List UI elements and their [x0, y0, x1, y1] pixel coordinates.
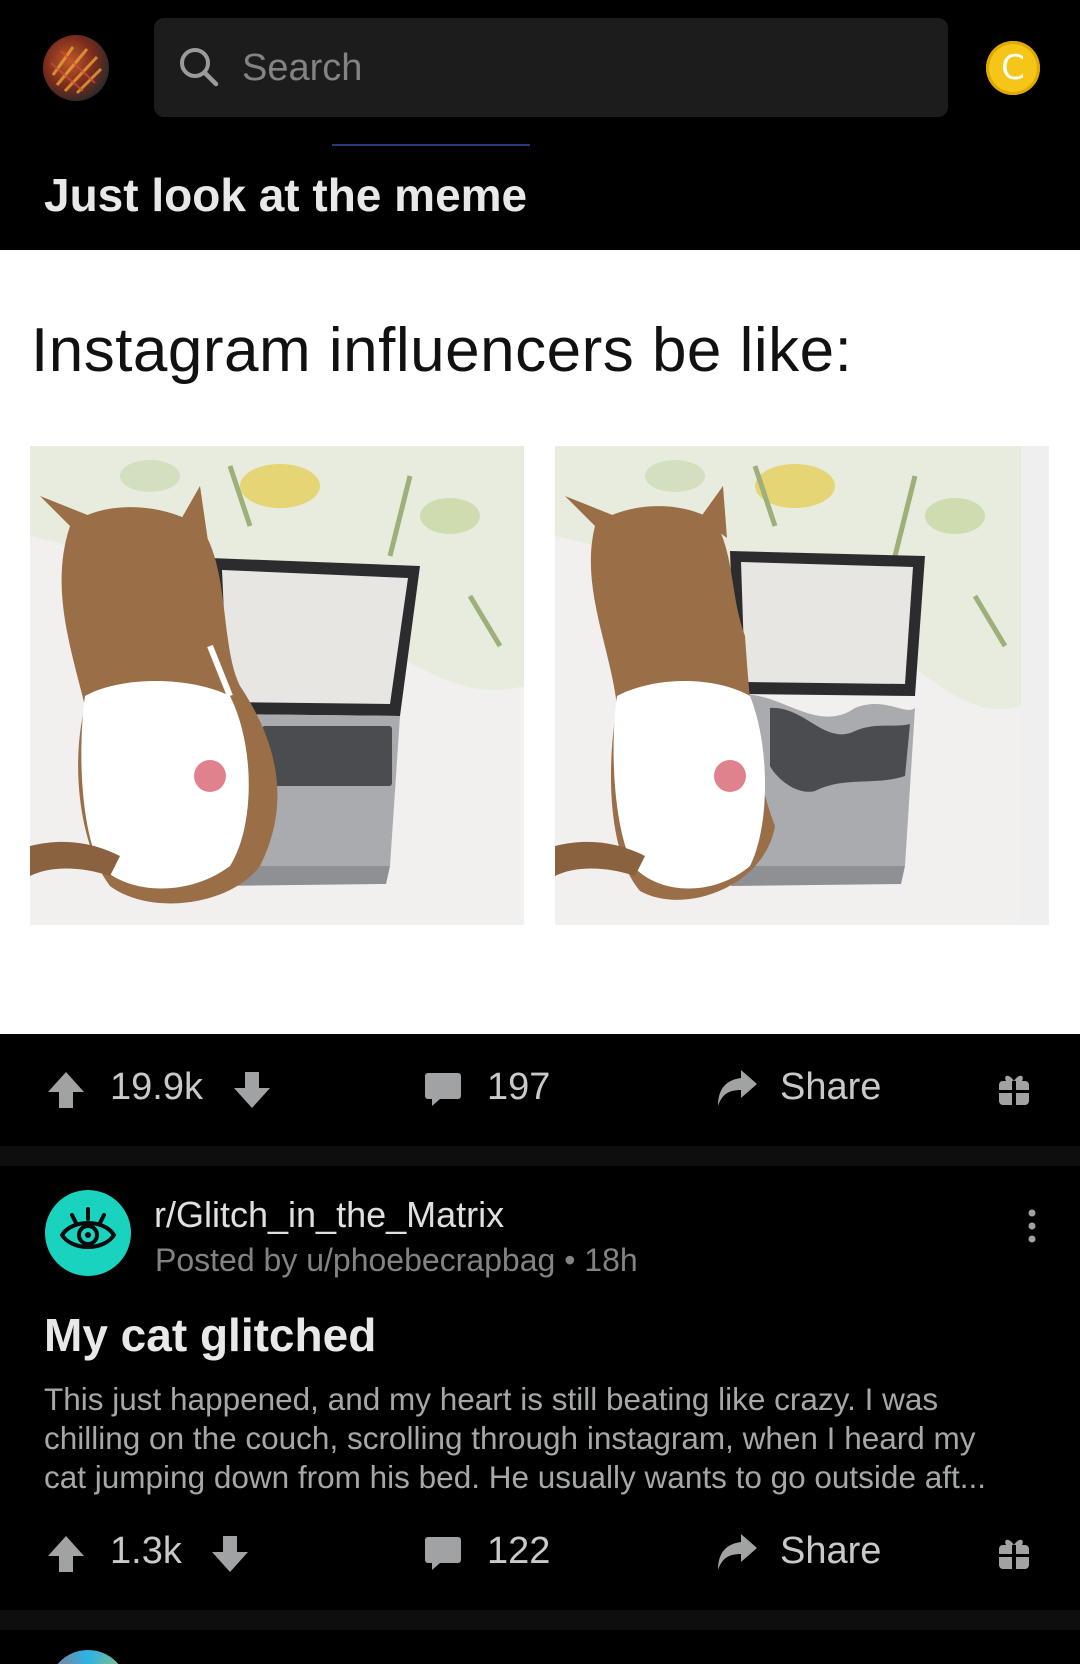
search-input[interactable] — [242, 40, 922, 96]
tab-indicator — [332, 144, 530, 146]
post-body-preview[interactable]: This just happened, and my heart is stil… — [44, 1380, 1044, 1497]
coin-icon[interactable]: C — [986, 41, 1040, 95]
post2-comment-count[interactable]: 122 — [487, 1530, 550, 1573]
post1-actions-bar: 19.9k 197 Share — [0, 1034, 1080, 1146]
comment-icon[interactable] — [424, 1534, 462, 1572]
post1-comment-count[interactable]: 197 — [487, 1066, 550, 1109]
subreddit-name[interactable]: r/Glitch_in_the_Matrix — [154, 1194, 504, 1236]
user-avatar[interactable] — [43, 35, 109, 101]
post1-score: 19.9k — [110, 1066, 203, 1108]
meme-photo-left — [30, 446, 524, 925]
post-body-line: chilling on the couch, scrolling through… — [44, 1420, 976, 1456]
post-title[interactable]: Just look at the meme — [44, 168, 527, 222]
share-icon[interactable] — [715, 1530, 759, 1574]
upvote-icon[interactable] — [46, 1070, 86, 1110]
post2-share-label[interactable]: Share — [780, 1530, 881, 1573]
downvote-icon[interactable] — [232, 1070, 272, 1110]
coin-symbol: C — [1001, 48, 1025, 88]
upvote-icon[interactable] — [46, 1534, 86, 1574]
next-post-subreddit-icon[interactable] — [48, 1650, 128, 1664]
post-separator — [0, 1610, 1080, 1630]
subreddit-icon[interactable] — [45, 1190, 131, 1276]
post-body-line: This just happened, and my heart is stil… — [44, 1381, 939, 1417]
post-title[interactable]: My cat glitched — [44, 1308, 376, 1362]
search-icon — [180, 48, 219, 87]
downvote-icon[interactable] — [210, 1534, 250, 1574]
award-icon[interactable] — [997, 1071, 1031, 1107]
award-icon[interactable] — [997, 1535, 1031, 1571]
comment-icon[interactable] — [424, 1070, 462, 1108]
post-meta[interactable]: Posted by u/phoebecrapbag • 18h — [155, 1242, 638, 1279]
post-separator — [0, 1146, 1080, 1166]
more-options-icon[interactable] — [1026, 1208, 1038, 1244]
top-bar: C — [0, 0, 1080, 148]
post2-actions-bar: 1.3k 122 Share — [0, 1498, 1080, 1610]
post-image[interactable]: Instagram influencers be like: — [0, 250, 1080, 1034]
post-title-row: Just look at the meme — [0, 148, 1080, 250]
share-icon[interactable] — [715, 1066, 759, 1110]
post1-share-label[interactable]: Share — [780, 1066, 881, 1109]
post-body-line: cat jumping down from his bed. He usuall… — [44, 1459, 987, 1495]
meme-photo-right — [555, 446, 1049, 925]
meme-caption: Instagram influencers be like: — [31, 316, 853, 385]
post2-score: 1.3k — [110, 1530, 182, 1572]
search-bar[interactable] — [154, 18, 948, 117]
